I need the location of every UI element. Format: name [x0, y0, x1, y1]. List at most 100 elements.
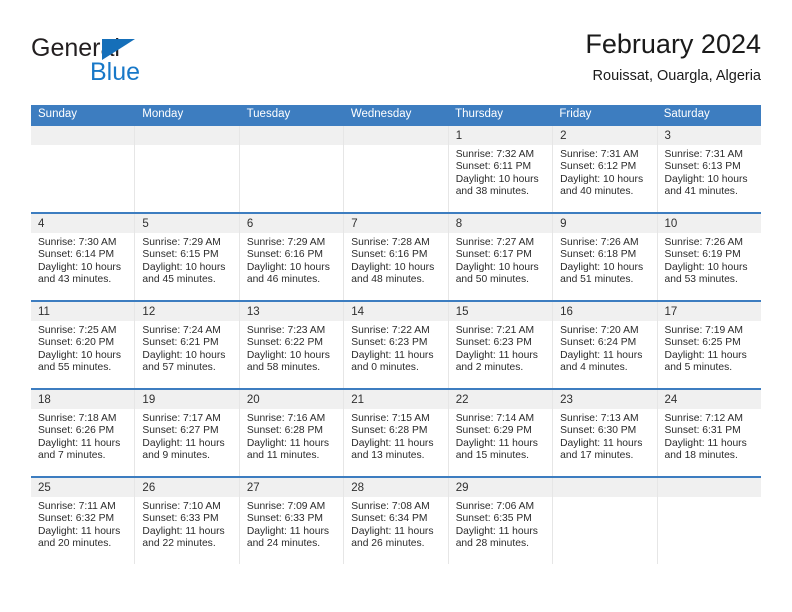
day-cell[interactable]: 1 Sunrise: 7:32 AM Sunset: 6:11 PM Dayli…: [448, 126, 554, 212]
sunset-text: Sunset: 6:33 PM: [142, 513, 219, 525]
day-cell[interactable]: 11 Sunrise: 7:25 AM Sunset: 6:20 PM Dayl…: [31, 302, 136, 388]
sunrise-text: Sunrise: 7:11 AM: [38, 501, 116, 512]
daylight-text-line1: Daylight: 11 hours: [664, 437, 747, 449]
calendar-week-row: 11 Sunrise: 7:25 AM Sunset: 6:20 PM Dayl…: [31, 300, 761, 388]
day-number: [135, 130, 142, 142]
day-cell[interactable]: 10 Sunrise: 7:26 AM Sunset: 6:19 PM Dayl…: [657, 214, 761, 300]
daylight-text-line2: and 11 minutes.: [246, 450, 320, 462]
daylight-text-line1: Daylight: 11 hours: [246, 437, 330, 449]
day-details: Sunrise: 7:16 AM Sunset: 6:28 PM Dayligh…: [240, 409, 343, 463]
day-number: [31, 130, 38, 142]
sunrise-text: Sunrise: 7:09 AM: [246, 501, 326, 512]
daylight-text-line2: and 51 minutes.: [560, 274, 634, 286]
day-number: 4: [38, 218, 45, 230]
day-cell[interactable]: 24 Sunrise: 7:12 AM Sunset: 6:31 PM Dayl…: [657, 390, 761, 476]
day-cell[interactable]: 13 Sunrise: 7:23 AM Sunset: 6:22 PM Dayl…: [239, 302, 345, 388]
day-details: Sunrise: 7:13 AM Sunset: 6:30 PM Dayligh…: [553, 409, 656, 463]
sunset-text: Sunset: 6:16 PM: [246, 249, 323, 261]
day-cell[interactable]: 16 Sunrise: 7:20 AM Sunset: 6:24 PM Dayl…: [553, 302, 658, 388]
day-number: [658, 482, 665, 494]
day-cell[interactable]: [657, 478, 761, 564]
sunset-text: Sunset: 6:19 PM: [664, 249, 741, 261]
day-cell[interactable]: 9 Sunrise: 7:26 AM Sunset: 6:18 PM Dayli…: [553, 214, 658, 300]
day-details: Sunrise: 7:31 AM Sunset: 6:12 PM Dayligh…: [553, 145, 656, 199]
day-cell[interactable]: 17 Sunrise: 7:19 AM Sunset: 6:25 PM Dayl…: [657, 302, 761, 388]
day-cell[interactable]: 12 Sunrise: 7:24 AM Sunset: 6:21 PM Dayl…: [135, 302, 240, 388]
day-number: 8: [455, 218, 463, 230]
day-number: 21: [351, 394, 365, 406]
day-details: Sunrise: 7:25 AM Sunset: 6:20 PM Dayligh…: [31, 321, 134, 375]
day-cell[interactable]: 6 Sunrise: 7:29 AM Sunset: 6:16 PM Dayli…: [239, 214, 345, 300]
day-cell[interactable]: [553, 478, 658, 564]
day-cell[interactable]: [344, 126, 449, 212]
day-cell[interactable]: 21 Sunrise: 7:15 AM Sunset: 6:28 PM Dayl…: [344, 390, 449, 476]
day-cell[interactable]: 3 Sunrise: 7:31 AM Sunset: 6:13 PM Dayli…: [657, 126, 761, 212]
day-details: Sunrise: 7:18 AM Sunset: 6:26 PM Dayligh…: [31, 409, 134, 463]
sunrise-text: Sunrise: 7:12 AM: [664, 413, 743, 424]
day-cell[interactable]: 15 Sunrise: 7:21 AM Sunset: 6:23 PM Dayl…: [448, 302, 554, 388]
day-cell[interactable]: 5 Sunrise: 7:29 AM Sunset: 6:15 PM Dayli…: [135, 214, 240, 300]
day-cell[interactable]: 2 Sunrise: 7:31 AM Sunset: 6:12 PM Dayli…: [553, 126, 658, 212]
daylight-text-line1: Daylight: 11 hours: [246, 525, 330, 537]
day-cell[interactable]: 25 Sunrise: 7:11 AM Sunset: 6:32 PM Dayl…: [31, 478, 136, 564]
day-details: Sunrise: 7:32 AM Sunset: 6:11 PM Dayligh…: [449, 145, 552, 199]
day-cell[interactable]: [135, 126, 240, 212]
day-number-band: 24: [657, 390, 761, 409]
day-cell[interactable]: 29 Sunrise: 7:06 AM Sunset: 6:35 PM Dayl…: [448, 478, 554, 564]
day-details: Sunrise: 7:10 AM Sunset: 6:33 PM Dayligh…: [135, 497, 238, 551]
day-number: 22: [455, 394, 469, 406]
day-number-band: 4: [31, 214, 135, 233]
daylight-text-line2: and 5 minutes.: [664, 362, 733, 374]
sunrise-text: Sunrise: 7:08 AM: [351, 501, 430, 512]
day-number-band: 20: [239, 390, 344, 409]
day-cell[interactable]: 27 Sunrise: 7:09 AM Sunset: 6:33 PM Dayl…: [239, 478, 345, 564]
day-cell[interactable]: 4 Sunrise: 7:30 AM Sunset: 6:14 PM Dayli…: [31, 214, 136, 300]
day-number: 23: [560, 394, 573, 406]
day-number-band: 2: [553, 126, 657, 145]
day-number-band: 13: [239, 302, 344, 321]
sunset-text: Sunset: 6:21 PM: [142, 337, 219, 349]
day-cell[interactable]: 8 Sunrise: 7:27 AM Sunset: 6:17 PM Dayli…: [448, 214, 554, 300]
calendar-week-row: 25 Sunrise: 7:11 AM Sunset: 6:32 PM Dayl…: [31, 476, 761, 564]
daylight-text-line1: Daylight: 10 hours: [246, 261, 330, 273]
day-number-band: 25: [31, 478, 135, 497]
daylight-text-line1: Daylight: 11 hours: [560, 437, 643, 449]
sunset-text: Sunset: 6:23 PM: [351, 337, 428, 349]
calendar-grid: Sunday Monday Tuesday Wednesday Thursday…: [31, 105, 761, 564]
day-cell[interactable]: 26 Sunrise: 7:10 AM Sunset: 6:33 PM Dayl…: [135, 478, 240, 564]
weekday-monday: Monday: [142, 108, 184, 120]
day-number-band: 28: [344, 478, 448, 497]
day-cell[interactable]: 23 Sunrise: 7:13 AM Sunset: 6:30 PM Dayl…: [553, 390, 658, 476]
daylight-text-line1: Daylight: 10 hours: [351, 261, 435, 273]
day-number-band: 19: [135, 390, 239, 409]
day-details: Sunrise: 7:09 AM Sunset: 6:33 PM Dayligh…: [240, 497, 343, 551]
day-cell[interactable]: 14 Sunrise: 7:22 AM Sunset: 6:23 PM Dayl…: [344, 302, 449, 388]
day-number-band: 8: [448, 214, 553, 233]
day-cell[interactable]: 28 Sunrise: 7:08 AM Sunset: 6:34 PM Dayl…: [344, 478, 449, 564]
day-details: [344, 145, 447, 149]
logo-text-blue: Blue: [90, 58, 141, 86]
sunrise-text: Sunrise: 7:27 AM: [455, 237, 535, 248]
day-cell[interactable]: [31, 126, 136, 212]
day-number-band: [135, 126, 239, 145]
day-cell[interactable]: [239, 126, 345, 212]
day-cell[interactable]: 19 Sunrise: 7:17 AM Sunset: 6:27 PM Dayl…: [135, 390, 240, 476]
sunset-text: Sunset: 6:30 PM: [560, 425, 637, 437]
day-details: Sunrise: 7:17 AM Sunset: 6:27 PM Dayligh…: [135, 409, 238, 463]
calendar-page: General Blue February 2024 Rouissat, Oua…: [0, 0, 792, 612]
daylight-text-line1: Daylight: 11 hours: [455, 349, 538, 361]
day-number-band: [31, 126, 135, 145]
sunrise-text: Sunrise: 7:06 AM: [455, 501, 535, 512]
day-cell[interactable]: 18 Sunrise: 7:18 AM Sunset: 6:26 PM Dayl…: [31, 390, 136, 476]
sunrise-text: Sunrise: 7:18 AM: [38, 413, 117, 424]
day-cell[interactable]: 22 Sunrise: 7:14 AM Sunset: 6:29 PM Dayl…: [448, 390, 554, 476]
daylight-text-line2: and 0 minutes.: [351, 362, 419, 374]
day-number-band: 12: [135, 302, 239, 321]
day-details: Sunrise: 7:15 AM Sunset: 6:28 PM Dayligh…: [344, 409, 447, 463]
day-cell[interactable]: 7 Sunrise: 7:28 AM Sunset: 6:16 PM Dayli…: [344, 214, 449, 300]
daylight-text-line2: and 24 minutes.: [246, 538, 321, 550]
daylight-text-line2: and 26 minutes.: [351, 538, 425, 550]
day-number: 28: [351, 482, 365, 494]
sunset-text: Sunset: 6:15 PM: [142, 249, 219, 261]
day-cell[interactable]: 20 Sunrise: 7:16 AM Sunset: 6:28 PM Dayl…: [239, 390, 345, 476]
